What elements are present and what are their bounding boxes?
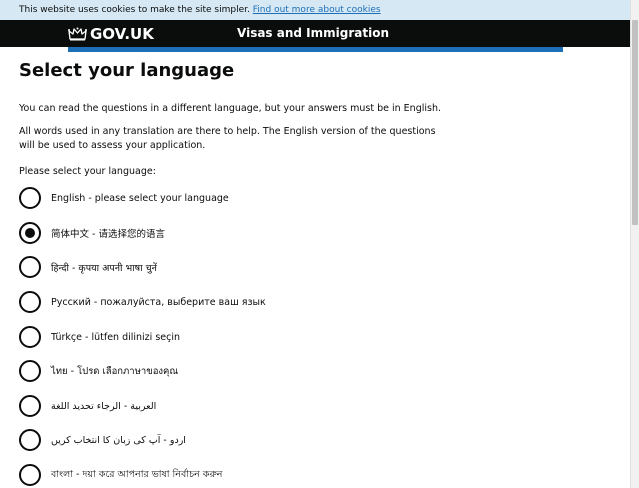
language-option[interactable]: اردو - آپ کی زبان کا انتخاب کریں (19, 428, 186, 452)
language-option[interactable]: العربية - الرجاء تحديد اللغة (19, 394, 156, 418)
radio-button[interactable] (19, 256, 41, 278)
language-option-label[interactable]: اردو - آپ کی زبان کا انتخاب کریں (51, 435, 186, 446)
cookie-banner-text: This website uses cookies to make the si… (19, 5, 250, 15)
radio-button[interactable] (19, 429, 41, 451)
radio-button[interactable] (19, 326, 41, 348)
language-option-label[interactable]: हिन्दी - कृपया अपनी भाषा चुनें (51, 261, 157, 274)
service-name[interactable]: Visas and Immigration (237, 20, 389, 47)
language-option[interactable]: Türkçe - lütfen dilinizi seçin (19, 325, 180, 349)
radio-button[interactable] (19, 360, 41, 382)
language-option-label[interactable]: 简体中文 - 请选择您的语言 (51, 226, 165, 240)
cookie-info-link[interactable]: Find out more about cookies (253, 5, 381, 15)
cookie-banner: This website uses cookies to make the si… (0, 0, 630, 20)
logo-text: GOV.UK (90, 24, 154, 43)
radio-button[interactable] (19, 291, 41, 313)
language-option[interactable]: English - please select your language (19, 186, 229, 210)
language-option[interactable]: 简体中文 - 请选择您的语言 (19, 221, 165, 245)
header-accent-bar (68, 47, 563, 52)
language-option-label[interactable]: Русский - пожалуйста, выберите ваш язык (51, 297, 266, 308)
govuk-logo-link[interactable]: GOV.UK (68, 20, 154, 47)
language-option-label[interactable]: ไทย - โปรด เลือกภาษาของคุณ (51, 364, 178, 379)
language-option[interactable]: Русский - пожалуйста, выберите ваш язык (19, 290, 266, 314)
page-title: Select your language (19, 60, 235, 81)
language-option-label[interactable]: Türkçe - lütfen dilinizi seçin (51, 332, 180, 343)
radio-button-selected[interactable] (19, 222, 41, 244)
language-option-label[interactable]: English - please select your language (51, 193, 229, 204)
radio-button[interactable] (19, 395, 41, 417)
crown-icon (68, 27, 87, 40)
language-option[interactable]: हिन्दी - कृपया अपनी भाषा चुनें (19, 255, 157, 279)
language-option-label[interactable]: বাংলা - দয়া করে আপনার ভাষা নির্বাচন করু… (51, 468, 222, 483)
language-option[interactable]: ไทย - โปรด เลือกภาษาของคุณ (19, 359, 178, 383)
language-legend: Please select your language: (19, 166, 156, 177)
intro-paragraph-1: You can read the questions in a differen… (19, 103, 441, 114)
vertical-scrollbar[interactable] (630, 0, 639, 488)
language-option-label[interactable]: العربية - الرجاء تحديد اللغة (51, 401, 156, 412)
radio-button[interactable] (19, 187, 41, 209)
scrollbar-thumb[interactable] (632, 20, 638, 225)
radio-button[interactable] (19, 464, 41, 486)
language-option[interactable]: বাংলা - দয়া করে আপনার ভাষা নির্বাচন করু… (19, 463, 222, 487)
intro-paragraph-2: All words used in any translation are th… (19, 126, 436, 151)
